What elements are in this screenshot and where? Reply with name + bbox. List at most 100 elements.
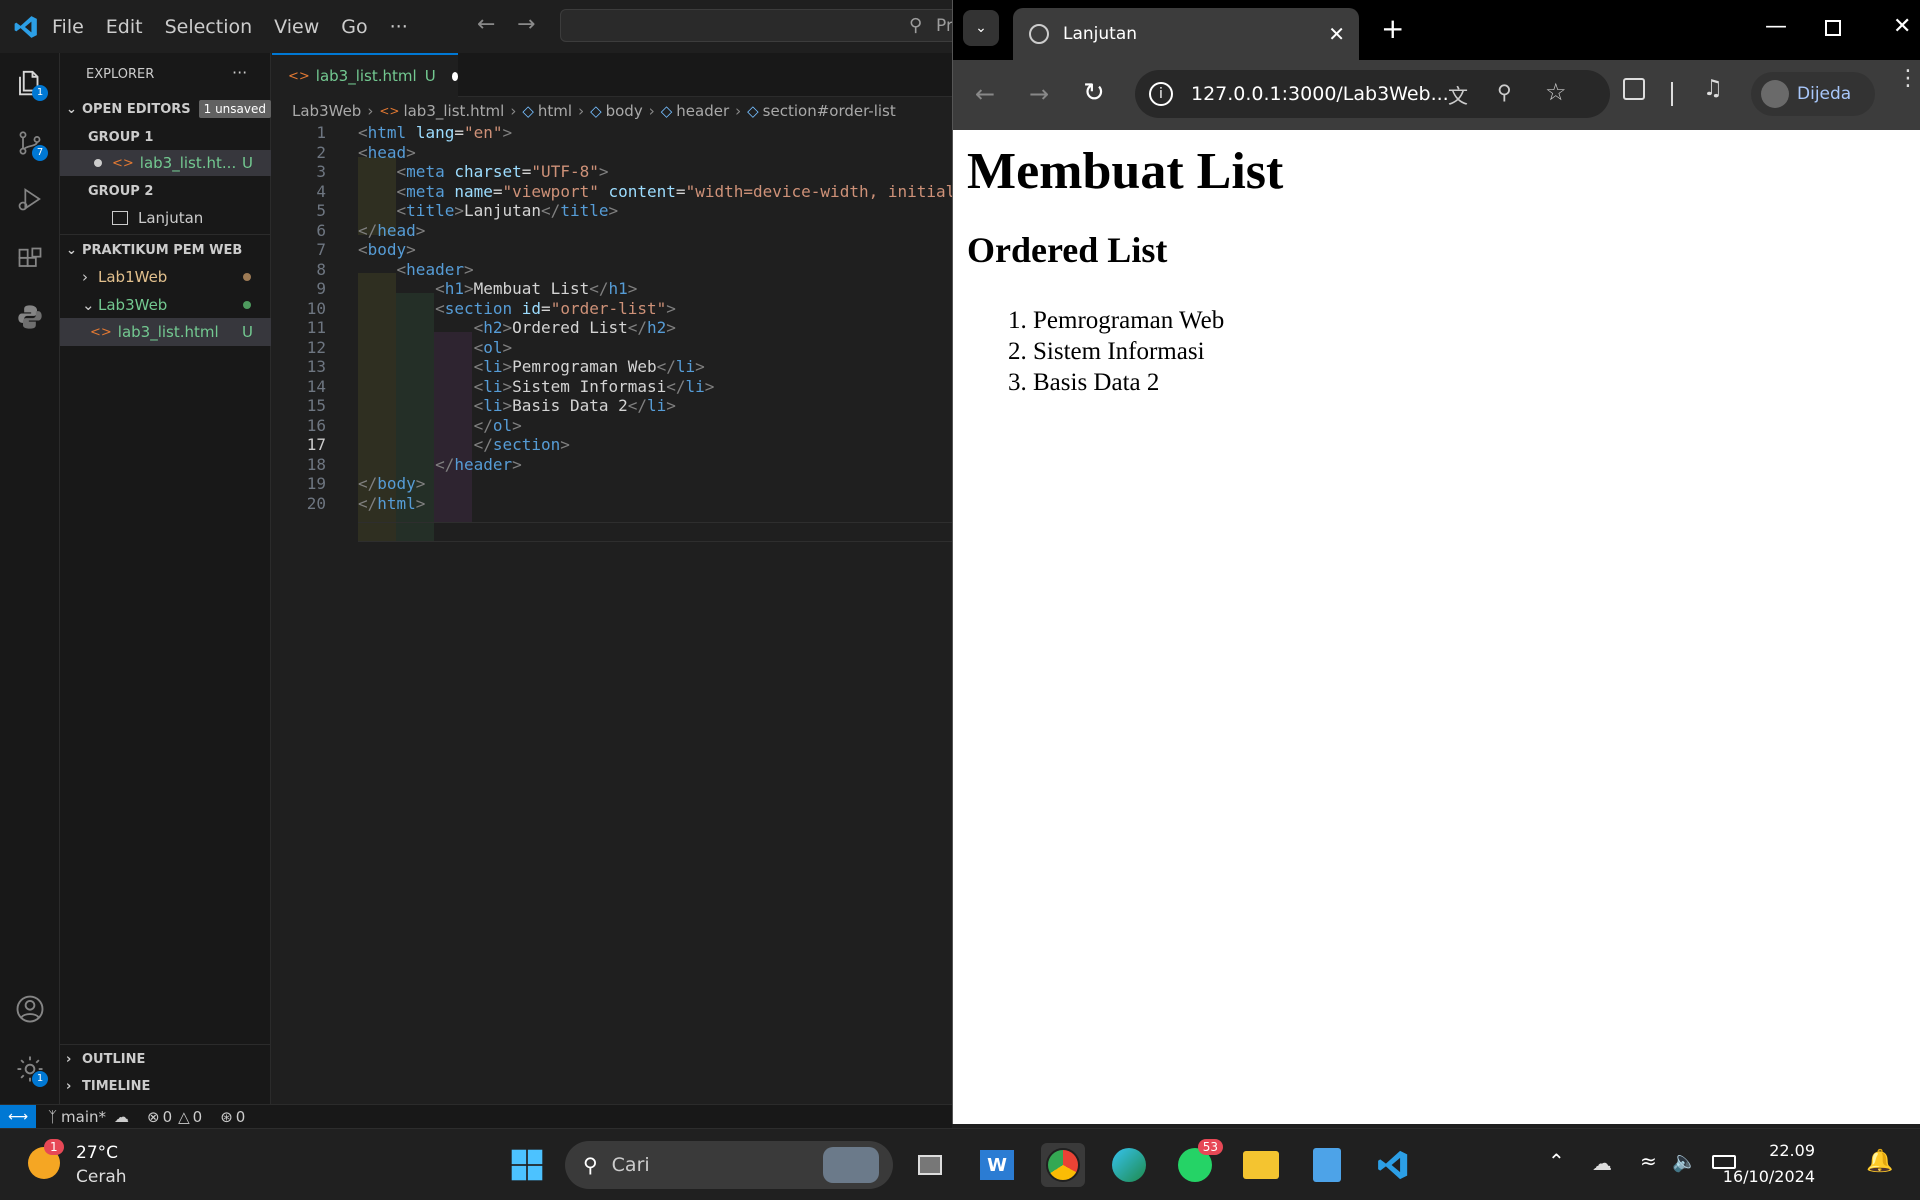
site-info-icon[interactable]: i (1149, 82, 1173, 106)
warning-count[interactable]: 0 (193, 1108, 203, 1126)
code-line[interactable]: </body> (358, 474, 425, 493)
code-line[interactable]: <section id="order-list"> (358, 299, 676, 318)
python-icon[interactable] (10, 297, 50, 337)
error-count[interactable]: 0 (163, 1108, 173, 1126)
breadcrumb-file[interactable]: lab3_list.html (403, 102, 504, 120)
breadcrumb-html[interactable]: html (538, 102, 572, 120)
code-line[interactable]: <li>Sistem Informasi</li> (358, 377, 715, 396)
list-item: Sistem Informasi (1033, 336, 1920, 367)
bookmark-star-icon[interactable]: ☆ (1545, 78, 1567, 106)
settings-gear-icon[interactable]: 1 (10, 1049, 50, 1089)
extensions-puzzle-icon[interactable] (1623, 78, 1645, 100)
tab-lab3-list[interactable]: <> lab3_list.html U (272, 53, 458, 97)
weather-widget[interactable]: 1 27°C Cerah (22, 1137, 162, 1193)
clock-time[interactable]: 22.09 (1769, 1141, 1815, 1160)
folder-lab1web[interactable]: › Lab1Web (60, 264, 271, 290)
open-editors-header[interactable]: ⌄ OPEN EDITORS 1 unsaved (60, 96, 271, 122)
open-editor-item-preview[interactable]: Lanjutan (60, 205, 271, 231)
code-line[interactable]: <h1>Membuat List</h1> (358, 279, 637, 298)
profile-button[interactable]: Dijeda (1751, 72, 1875, 116)
code-line[interactable]: </head> (358, 221, 425, 240)
file-explorer-icon[interactable] (1239, 1143, 1283, 1187)
new-tab-icon[interactable]: + (1381, 12, 1404, 45)
code-line[interactable]: </html> (358, 494, 425, 513)
reload-icon[interactable]: ↻ (1083, 78, 1105, 108)
back-icon[interactable]: ← (975, 80, 995, 108)
breadcrumb-folder[interactable]: Lab3Web (292, 102, 361, 120)
unsaved-dot-icon[interactable] (451, 71, 458, 81)
translate-icon[interactable]: 文 (1448, 80, 1468, 109)
menu-edit[interactable]: Edit (106, 16, 143, 38)
breadcrumb-section[interactable]: section#order-list (763, 102, 896, 120)
taskbar-search[interactable]: ⚲ Cari (565, 1141, 893, 1189)
tray-chevron-icon[interactable]: ⌃ (1548, 1149, 1565, 1173)
task-view-icon[interactable] (908, 1143, 952, 1187)
source-control-icon[interactable]: 7 (10, 123, 50, 163)
extensions-icon[interactable] (10, 239, 50, 279)
code-line[interactable]: <li>Pemrograman Web</li> (358, 357, 705, 376)
menu-go[interactable]: Go (341, 16, 367, 38)
word-icon[interactable]: W (975, 1143, 1019, 1187)
code-line[interactable]: </section> (358, 435, 570, 454)
code-line[interactable]: </ol> (358, 416, 522, 435)
code-line[interactable]: <meta charset="UTF-8"> (358, 162, 609, 181)
menu-more[interactable]: ··· (390, 16, 408, 38)
timeline-header[interactable]: › TIMELINE (60, 1073, 271, 1099)
chrome-taskbar-icon[interactable] (1041, 1143, 1085, 1187)
sync-icon[interactable]: ☁ (114, 1108, 129, 1126)
breadcrumb-header[interactable]: header (676, 102, 729, 120)
nav-forward-icon[interactable]: → (517, 12, 535, 37)
tab-search-button[interactable]: ⌄ (963, 10, 999, 46)
code-line[interactable]: <meta name="viewport" content="width=dev… (358, 182, 956, 201)
code-line[interactable]: <li>Basis Data 2</li> (358, 396, 676, 415)
nav-back-icon[interactable]: ← (477, 12, 495, 37)
file-lab3-list[interactable]: <> lab3_list.html U (60, 318, 271, 346)
volume-icon[interactable]: 🔈 (1672, 1149, 1697, 1173)
maximize-icon[interactable] (1825, 20, 1841, 36)
start-button[interactable] (505, 1143, 549, 1187)
menu-selection[interactable]: Selection (165, 16, 253, 38)
breadcrumb-body[interactable]: body (606, 102, 643, 120)
branch-name[interactable]: main* (61, 1108, 106, 1126)
outline-header[interactable]: › OUTLINE (60, 1046, 271, 1072)
folder-lab3web[interactable]: ⌄ Lab3Web (60, 292, 271, 318)
close-window-icon[interactable]: ✕ (1893, 14, 1911, 39)
address-bar[interactable]: i 127.0.0.1:3000/Lab3Web... 文 ⚲ ☆ (1135, 70, 1610, 118)
menu-file[interactable]: File (52, 16, 84, 38)
code-line[interactable]: <h2>Ordered List</h2> (358, 318, 676, 337)
code-line[interactable]: </header> (358, 455, 522, 474)
notepad-icon[interactable] (1305, 1143, 1349, 1187)
minimize-icon[interactable]: — (1765, 14, 1787, 39)
chrome-menu-icon[interactable]: ⋮ (1897, 68, 1919, 90)
clock-date[interactable]: 16/10/2024 (1723, 1167, 1815, 1186)
edge-icon[interactable] (1107, 1143, 1151, 1187)
untracked-dot-icon (243, 301, 251, 309)
html-file-icon: <> (112, 155, 134, 171)
wifi-icon[interactable]: ≈ (1640, 1149, 1657, 1173)
explorer-more-icon[interactable]: ··· (232, 63, 247, 82)
code-line[interactable]: <header> (358, 260, 474, 279)
account-icon[interactable] (10, 989, 50, 1029)
forward-icon[interactable]: → (1029, 80, 1049, 108)
onedrive-icon[interactable]: ☁ (1592, 1151, 1612, 1175)
run-debug-icon[interactable] (10, 179, 50, 219)
notification-bell-icon[interactable]: 🔔 (1866, 1149, 1893, 1174)
open-editor-item-lab3[interactable]: <> lab3_list.ht... U (60, 150, 271, 176)
project-header[interactable]: ⌄ PRAKTIKUM PEM WEB (60, 237, 271, 263)
code-line[interactable]: <head> (358, 143, 416, 162)
code-line[interactable]: <body> (358, 240, 416, 259)
vscode-taskbar-icon[interactable] (1371, 1143, 1415, 1187)
zoom-icon[interactable]: ⚲ (1497, 80, 1512, 104)
browser-tab-lanjutan[interactable]: Lanjutan ✕ (1013, 8, 1359, 60)
remote-icon[interactable]: ⟷ (0, 1104, 36, 1129)
media-control-icon[interactable]: ♫ (1703, 76, 1723, 101)
command-center-search[interactable]: ⚲ Pr (560, 9, 960, 42)
ports-count[interactable]: 0 (236, 1108, 246, 1126)
whatsapp-icon[interactable]: 53 (1173, 1139, 1223, 1187)
explorer-icon[interactable]: 1 (10, 63, 50, 103)
menu-view[interactable]: View (274, 16, 319, 38)
code-line[interactable]: <ol> (358, 338, 513, 357)
close-tab-icon[interactable]: ✕ (1328, 22, 1345, 46)
code-line[interactable]: <title>Lanjutan</title> (358, 201, 619, 220)
code-line[interactable]: <html lang="en"> (358, 123, 512, 142)
